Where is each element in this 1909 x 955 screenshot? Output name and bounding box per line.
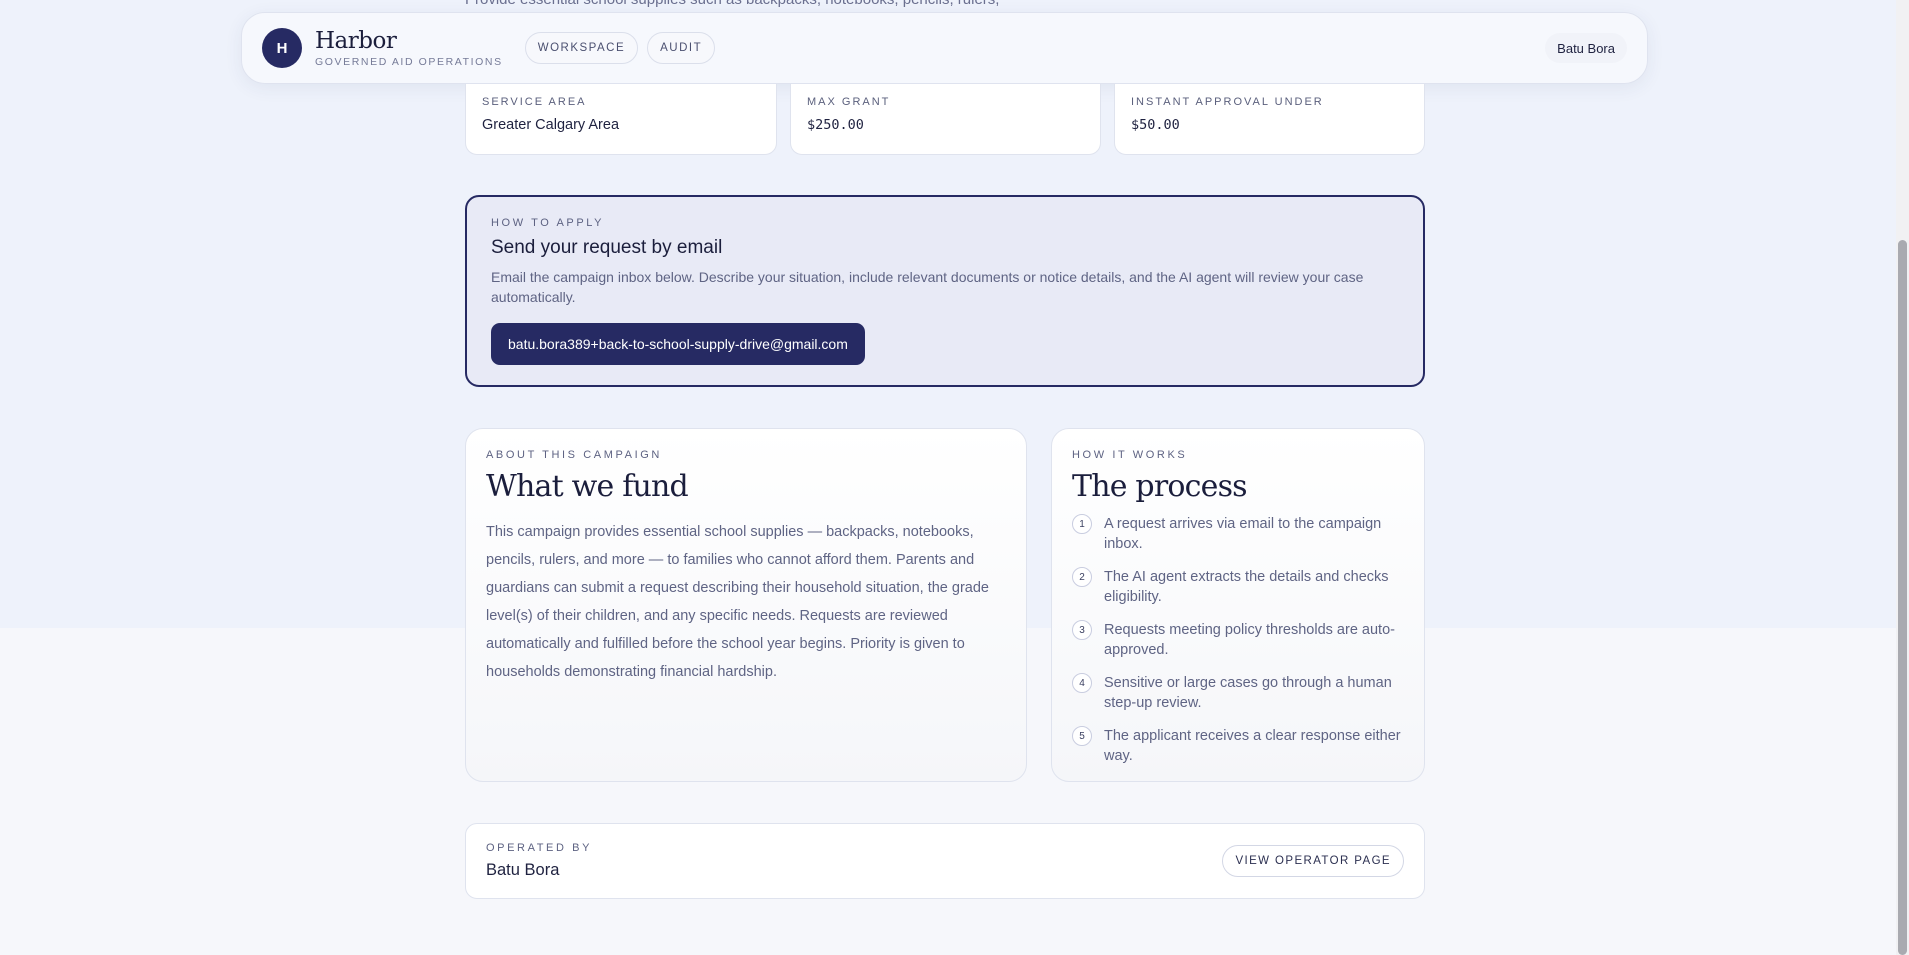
stat-service-area: SERVICE AREA Greater Calgary Area	[465, 84, 777, 155]
step-number: 4	[1072, 673, 1092, 693]
operator-eyebrow: OPERATED BY	[486, 842, 593, 854]
operator-card: OPERATED BY Batu Bora VIEW OPERATOR PAGE	[465, 823, 1425, 899]
nav-audit[interactable]: AUDIT	[647, 32, 716, 64]
process-step: 2 The AI agent extracts the details and …	[1072, 567, 1404, 607]
step-text: The AI agent extracts the details and ch…	[1104, 569, 1389, 605]
operator-info: OPERATED BY Batu Bora	[486, 842, 592, 880]
process-title: The process	[1072, 469, 1248, 504]
stat-value: Greater Calgary Area	[482, 117, 620, 133]
stat-instant-approval: INSTANT APPROVAL UNDER $50.00	[1114, 84, 1425, 155]
stat-label: MAX GRANT	[807, 96, 891, 108]
brand-name[interactable]: Harbor	[315, 28, 503, 54]
process-step: 4 Sensitive or large cases go through a …	[1072, 673, 1404, 713]
how-to-apply-card: HOW TO APPLY Send your request by email …	[465, 195, 1425, 387]
stat-label: SERVICE AREA	[482, 96, 587, 108]
harbor-logo[interactable]: H	[262, 28, 302, 68]
about-title: What we fund	[486, 469, 689, 504]
about-campaign-card: ABOUT THIS CAMPAIGN What we fund This ca…	[465, 428, 1027, 782]
process-steps: 1 A request arrives via email to the cam…	[1072, 514, 1404, 766]
process-step: 1 A request arrives via email to the cam…	[1072, 514, 1404, 554]
stat-value: $50.00	[1131, 117, 1180, 133]
process-eyebrow: HOW IT WORKS	[1072, 449, 1188, 461]
top-header: H Harbor GOVERNED AID OPERATIONS WORKSPA…	[241, 12, 1648, 84]
operator-name: Batu Bora	[486, 861, 560, 879]
campaign-summary-text: Provide essential school supplies such a…	[465, 0, 999, 8]
brand: Harbor GOVERNED AID OPERATIONS	[315, 28, 503, 68]
apply-eyebrow: HOW TO APPLY	[491, 217, 605, 229]
stat-label: INSTANT APPROVAL UNDER	[1131, 96, 1324, 108]
step-text: Requests meeting policy thresholds are a…	[1104, 622, 1395, 658]
process-card: HOW IT WORKS The process 1 A request arr…	[1051, 428, 1425, 782]
campaign-email-button[interactable]: batu.bora389+back-to-school-supply-drive…	[491, 323, 865, 365]
stat-max-grant: MAX GRANT $250.00	[790, 84, 1101, 155]
step-text: The applicant receives a clear response …	[1104, 728, 1401, 764]
process-step: 5 The applicant receives a clear respons…	[1072, 726, 1404, 766]
user-menu[interactable]: Batu Bora	[1545, 33, 1627, 63]
apply-description: Email the campaign inbox below. Describe…	[491, 269, 1364, 305]
brand-subtitle: GOVERNED AID OPERATIONS	[315, 55, 503, 68]
scrollbar-thumb[interactable]	[1898, 240, 1907, 955]
apply-title: Send your request by email	[491, 237, 723, 258]
about-eyebrow: ABOUT THIS CAMPAIGN	[486, 449, 662, 461]
view-operator-page-button[interactable]: VIEW OPERATOR PAGE	[1222, 845, 1404, 877]
step-number: 3	[1072, 620, 1092, 640]
step-number: 2	[1072, 567, 1092, 587]
step-number: 5	[1072, 726, 1092, 746]
scrollbar-track[interactable]	[1896, 0, 1909, 955]
nav-workspace[interactable]: WORKSPACE	[524, 32, 639, 64]
step-text: A request arrives via email to the campa…	[1104, 516, 1382, 552]
stat-value: $250.00	[807, 117, 864, 133]
step-number: 1	[1072, 514, 1092, 534]
process-step: 3 Requests meeting policy thresholds are…	[1072, 620, 1404, 660]
about-body: This campaign provides essential school …	[486, 524, 989, 680]
step-text: Sensitive or large cases go through a hu…	[1104, 675, 1392, 711]
